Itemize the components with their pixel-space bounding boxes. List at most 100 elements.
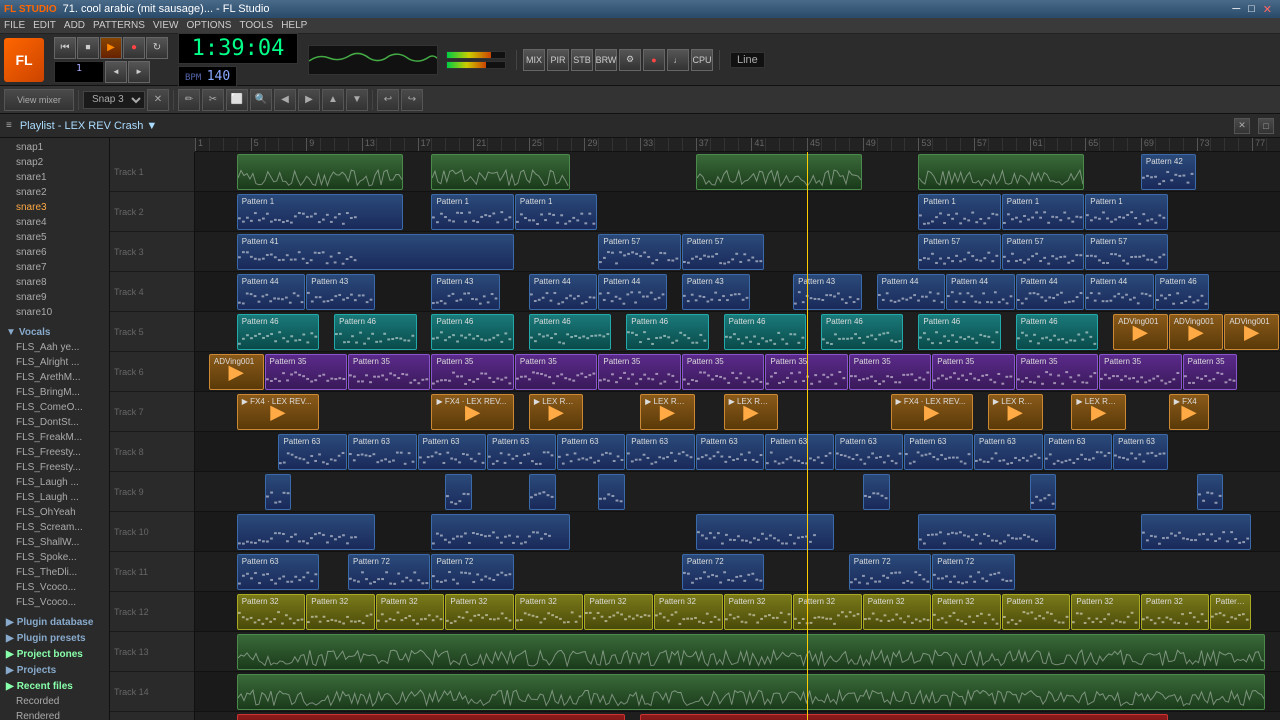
sidebar-fls-vcoco2[interactable]: FLS_Vcoco... — [4, 595, 105, 610]
track-label-6[interactable]: Track 6 — [110, 352, 194, 392]
sidebar-item-snap2[interactable]: snap2 — [4, 155, 105, 170]
pattern-block-t10-p2[interactable] — [696, 514, 834, 550]
track-row-6[interactable]: ADVing001▶Pattern 35Pattern 35Pattern 35… — [195, 352, 1280, 392]
pattern-block-t6-p6[interactable]: Pattern 35 — [682, 354, 764, 390]
sidebar-project-bones-header[interactable]: ▶ Project bones — [4, 646, 105, 662]
track-label-3[interactable]: Track 3 — [110, 232, 194, 272]
transport-rewind[interactable]: ⏮ — [54, 37, 76, 59]
sidebar-vocals-header[interactable]: ▼ Vocals — [4, 324, 105, 340]
pattern-block-t5-p8[interactable]: Pattern 46 — [1016, 314, 1098, 350]
pattern-block-t9-p5[interactable] — [1030, 474, 1057, 510]
cpu-btn[interactable]: CPU — [691, 49, 713, 71]
pattern-block-t9-p4[interactable] — [863, 474, 890, 510]
view-mixer-btn[interactable]: View mixer — [4, 89, 74, 111]
track-label-1[interactable]: Track 1 — [110, 152, 194, 192]
playlist-close[interactable]: ✕ — [1234, 118, 1250, 134]
pattern-block-t4-p7[interactable]: Pattern 44 — [877, 274, 946, 310]
sidebar-fls-arethm[interactable]: FLS_ArethM... — [4, 370, 105, 385]
pattern-block-t5-p6[interactable]: Pattern 46 — [821, 314, 903, 350]
pattern-block-t8-p0[interactable]: Pattern 63 — [278, 434, 347, 470]
pattern-block-t12-p3[interactable]: Pattern 32 — [445, 594, 514, 630]
pattern-block-t6-p12[interactable]: Pattern 35 — [1183, 354, 1238, 390]
sidebar-fls-thedli[interactable]: FLS_TheDli... — [4, 565, 105, 580]
pattern-block-t8-p12[interactable]: Pattern 63 — [1113, 434, 1168, 470]
track-row-5[interactable]: Pattern 46 Pattern 46 Pattern 46 Pattern 46… — [195, 312, 1280, 352]
track-row-3[interactable]: Pattern 41Pattern 57Pattern 57Pattern 57… — [195, 232, 1280, 272]
pattern-block-t5-p5[interactable]: Pattern 46 — [724, 314, 806, 350]
sidebar-recent-files-header[interactable]: ▶ Recent files — [4, 678, 105, 694]
pattern-block-t13-p0[interactable] — [237, 634, 1265, 670]
track-label-15[interactable]: Track 15 — [110, 712, 194, 720]
pattern-block-t8-p11[interactable]: Pattern 63 — [1044, 434, 1113, 470]
pattern-block-t12-p0[interactable]: Pattern 32 — [237, 594, 306, 630]
pattern-block-t12-p5[interactable]: Pattern 32 — [584, 594, 653, 630]
sidebar-item-snare5[interactable]: snare5 — [4, 230, 105, 245]
sidebar-item-snare7[interactable]: snare7 — [4, 260, 105, 275]
track-label-2[interactable]: Track 2 — [110, 192, 194, 232]
pattern-block-t4-p9[interactable]: Pattern 44 — [1016, 274, 1085, 310]
transport-play[interactable]: ▶ — [100, 37, 122, 59]
sidebar-fls-bringm[interactable]: FLS_BringM... — [4, 385, 105, 400]
track-label-7[interactable]: Track 7 — [110, 392, 194, 432]
pattern-block-t3-p2[interactable]: Pattern 57 — [682, 234, 764, 270]
sidebar-fls-shallw[interactable]: FLS_ShallW... — [4, 535, 105, 550]
pattern-block-t6-p4[interactable]: Pattern 35 — [515, 354, 597, 390]
pattern-block-t8-p4[interactable]: Pattern 63 — [557, 434, 626, 470]
menu-patterns[interactable]: PATTERNS — [93, 20, 145, 31]
pattern-block-t12-p7[interactable]: Pattern 32 — [724, 594, 793, 630]
pattern-block-t6-p7[interactable]: Pattern 35 — [765, 354, 847, 390]
track-row-13[interactable] — [195, 632, 1280, 672]
sidebar-item-snare4[interactable]: snare4 — [4, 215, 105, 230]
sidebar-item-snare2[interactable]: snare2 — [4, 185, 105, 200]
pattern-block-t9-p0[interactable] — [265, 474, 292, 510]
pattern-block-t5-p1[interactable]: Pattern 46 — [334, 314, 416, 350]
track-row-15[interactable] — [195, 712, 1280, 720]
pattern-block-t12-p12[interactable]: Pattern 32 — [1071, 594, 1140, 630]
piano-btn[interactable]: PIR — [547, 49, 569, 71]
pattern-block-t11-p2[interactable]: Pattern 72 — [431, 554, 513, 590]
pattern-block-t4-p11[interactable]: Pattern 46 — [1155, 274, 1210, 310]
browser-btn[interactable]: BRW — [595, 49, 617, 71]
pattern-block-t10-p0[interactable] — [237, 514, 375, 550]
pattern-block-t5-p10[interactable]: ADVing001▶ — [1169, 314, 1224, 350]
pattern-block-t11-p0[interactable]: Pattern 63 — [237, 554, 319, 590]
pattern-block-t4-p4[interactable]: Pattern 44 — [598, 274, 667, 310]
pattern-block-t1-p0[interactable] — [237, 154, 403, 190]
track-label-8[interactable]: Track 8 — [110, 432, 194, 472]
pattern-block-t10-p3[interactable] — [918, 514, 1056, 550]
pattern-block-t1-p4[interactable]: Pattern 42 — [1141, 154, 1196, 190]
pattern-block-t6-p10[interactable]: Pattern 35 — [1016, 354, 1098, 390]
track-row-12[interactable]: Pattern 32Pattern 32Pattern 32Pattern 32… — [195, 592, 1280, 632]
pattern-block-t1-p2[interactable] — [696, 154, 862, 190]
pattern-block-t12-p1[interactable]: Pattern 32 — [306, 594, 375, 630]
pattern-block-t2-p4[interactable]: Pattern 1 — [1002, 194, 1084, 230]
menu-view[interactable]: VIEW — [153, 20, 179, 31]
metronome-btn[interactable]: ♩ — [667, 49, 689, 71]
sidebar-fls-spoke[interactable]: FLS_Spoke... — [4, 550, 105, 565]
pattern-block-t12-p10[interactable]: Pattern 32 — [932, 594, 1001, 630]
close-btn[interactable]: ✕ — [1259, 3, 1276, 16]
pattern-block-t3-p5[interactable]: Pattern 57 — [1085, 234, 1167, 270]
pattern-block-t6-p9[interactable]: Pattern 35 — [932, 354, 1014, 390]
sidebar-fls-vcoco1[interactable]: FLS_Vcoco... — [4, 580, 105, 595]
pattern-block-t8-p7[interactable]: Pattern 63 — [765, 434, 834, 470]
pattern-block-t3-p4[interactable]: Pattern 57 — [1002, 234, 1084, 270]
pattern-block-t6-p5[interactable]: Pattern 35 — [598, 354, 680, 390]
track-row-11[interactable]: Pattern 63Pattern 72Pattern 72Pattern 72… — [195, 552, 1280, 592]
sidebar-fls-scream[interactable]: FLS_Scream... — [4, 520, 105, 535]
pattern-block-t3-p3[interactable]: Pattern 57 — [918, 234, 1000, 270]
track-row-10[interactable] — [195, 512, 1280, 552]
pattern-block-t11-p5[interactable]: Pattern 72 — [932, 554, 1014, 590]
pattern-block-t9-p6[interactable] — [1197, 474, 1224, 510]
pattern-block-t4-p10[interactable]: Pattern 44 — [1085, 274, 1154, 310]
sidebar-fls-laugh1[interactable]: FLS_Laugh ... — [4, 475, 105, 490]
transport-stop[interactable]: ⏹ — [77, 37, 99, 59]
scroll-down[interactable]: ▼ — [346, 89, 368, 111]
pattern-block-t6-p2[interactable]: Pattern 35 — [348, 354, 430, 390]
close-snap-btn[interactable]: ✕ — [147, 89, 169, 111]
track-label-12[interactable]: Track 12 — [110, 592, 194, 632]
pattern-block-t7-p7[interactable]: ▶ LEX REV...▶ — [1071, 394, 1126, 430]
pattern-block-t4-p5[interactable]: Pattern 43 — [682, 274, 751, 310]
track-row-4[interactable]: Pattern 44Pattern 43Pattern 43Pattern 44… — [195, 272, 1280, 312]
pattern-block-t4-p3[interactable]: Pattern 44 — [529, 274, 598, 310]
